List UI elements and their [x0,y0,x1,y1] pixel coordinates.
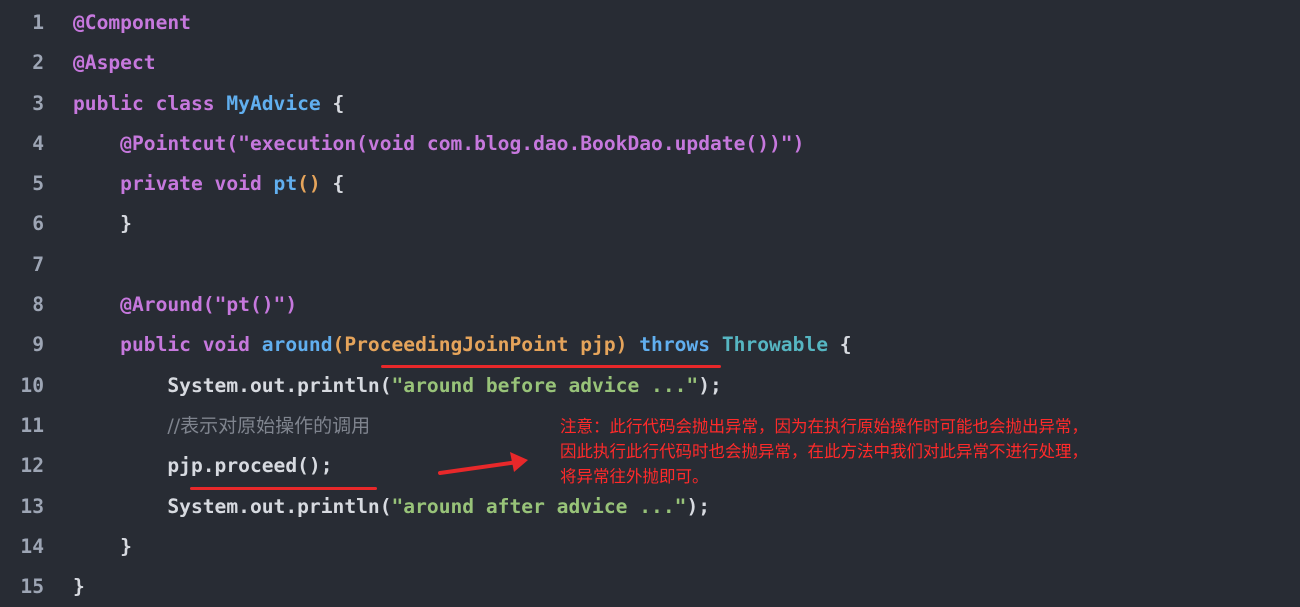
code-token: MyAdvice [226,91,321,115]
code-line-15: 15} [0,567,1300,607]
code-text: System.out.println("around after advice … [73,487,710,527]
note-line-1: 注意：此行代码会抛出异常，因为在执行原始操作时可能也会抛出异常， [560,417,1088,436]
code-token: throws [627,333,722,357]
line-number: 1 [32,11,44,34]
line-number: 7 [32,252,44,276]
code-token: "execution(void com.blog.dao.BookDao.upd… [238,131,793,155]
code-token: ); [686,494,711,518]
code-token: ) [285,293,298,317]
code-token: "pt()" [214,293,286,317]
line-number: 6 [32,212,44,236]
line-number: 5 [32,172,44,196]
code-line-9: 9 public void around(ProceedingJoinPoint… [0,325,1300,365]
code-token: (ProceedingJoinPoint pjp) [332,333,628,357]
code-line-5: 5 private void pt() { [0,164,1300,204]
code-editor[interactable]: 1 @Component 2 @Aspect 3 public class MyAdvic… [0,3,1300,607]
code-line-7: 7 [0,245,1300,285]
underline-parameter [381,365,721,368]
code-token: private void [73,172,274,196]
code-token: } [73,534,132,558]
code-text: @Aspect [73,43,156,83]
line-number: 4 [32,131,44,155]
line-number: 14 [20,534,44,558]
code-text: @Component [73,3,191,43]
code-token: //表示对原始操作的调用 [167,414,371,437]
code-token: { [320,172,345,196]
code-line-10: 10 System.out.println("around before adv… [0,366,1300,406]
line-number: 12 [20,454,44,478]
code-text: System.out.println("around before advice… [73,366,722,406]
line-number: 10 [20,373,44,397]
code-text: public void around(ProceedingJoinPoint p… [73,325,852,365]
code-token: } [73,575,85,599]
code-token: public class [73,91,227,115]
code-token: public void [73,333,262,357]
code-line-3: 3 public class MyAdvice { [0,84,1300,124]
code-token: ) [792,131,805,155]
annotation-note: 注意：此行代码会抛出异常，因为在执行原始操作时可能也会抛出异常， 因此执行此行代… [560,414,1260,489]
code-token: @Pointcut( [73,131,239,155]
code-line-8: 8 @Around("pt()") [0,285,1300,325]
code-token: () [297,172,321,196]
code-token: @Component [73,11,191,34]
code-token: System.out.println( [73,373,392,397]
underline-proceed [190,487,377,490]
note-line-3: 将异常往外抛即可。 [560,467,709,486]
code-token: Throwable [721,333,828,357]
code-line-6: 6 } [0,204,1300,244]
code-text: } [73,204,132,244]
code-token: } [73,212,132,236]
code-token: System.out.println( [73,494,392,518]
line-number: 3 [32,91,44,115]
code-line-1: 1 @Component [0,3,1300,43]
code-text: public class MyAdvice { [73,84,344,124]
code-token: { [828,333,852,357]
code-token: ); [698,373,722,397]
line-number: 15 [20,575,44,599]
code-line-4: 4 @Pointcut("execution(void com.blog.dao… [0,124,1300,164]
code-text: pjp.proceed(); [73,446,333,486]
code-text: } [73,567,85,607]
code-token: { [320,91,345,115]
code-text: } [73,527,132,567]
code-text: //表示对原始操作的调用 [73,406,370,446]
code-text: @Pointcut("execution(void com.blog.dao.B… [73,124,804,164]
code-line-14: 14 } [0,527,1300,567]
code-token: "around after advice ..." [391,494,687,518]
code-token: "around before advice ..." [391,373,699,397]
line-number: 9 [32,333,44,357]
code-token: @Around( [73,293,215,317]
note-line-2: 因此执行此行代码时也会抛异常，在此方法中我们对此异常不进行处理， [560,442,1088,461]
code-line-13: 13 System.out.println("around after advi… [0,487,1300,527]
code-token: pt [273,172,298,196]
code-text: private void pt() { [73,164,344,204]
code-line-2: 2 @Aspect [0,43,1300,83]
line-number: 13 [20,494,44,518]
line-number: 2 [32,51,44,75]
code-token: around [261,333,333,357]
code-token: pjp.proceed(); [73,454,333,478]
line-number: 11 [20,413,44,437]
red-arrow-icon [438,452,528,475]
code-token: @Aspect [73,51,156,75]
code-text: @Around("pt()") [73,285,297,325]
line-number: 8 [32,293,44,317]
